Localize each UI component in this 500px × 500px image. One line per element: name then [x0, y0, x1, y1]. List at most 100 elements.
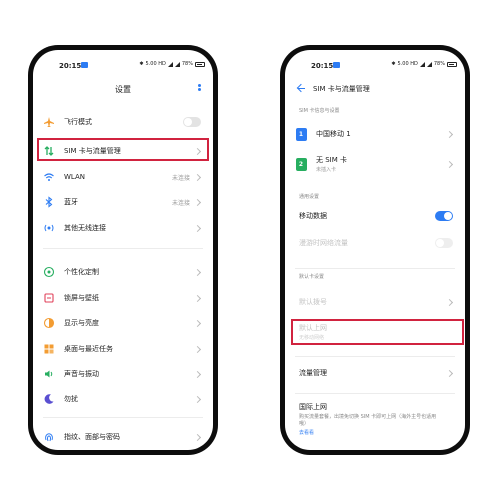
section-header-default: 默认卡设置 — [299, 274, 325, 280]
settings-item-value: 未连接 — [171, 174, 190, 182]
desktop-icon — [43, 343, 55, 355]
settings-item-label: 其他无线连接 — [64, 224, 106, 232]
sim1-icon: 1 — [295, 127, 307, 141]
settings-item-label: 桌面与最近任务 — [64, 345, 113, 353]
moon-icon — [43, 393, 55, 405]
bluetooth-icon — [43, 196, 55, 208]
right-phone: 20:15 ✱ 5.00 HD 78% SIM 卡与流量管理 SIM 卡信息与设… — [280, 45, 470, 455]
international-link[interactable]: 去看看 — [299, 429, 451, 436]
section-header-general: 通用设置 — [299, 194, 320, 200]
settings-item-airplane[interactable]: 飞行模式 — [43, 112, 203, 132]
chevron-right-icon — [193, 433, 202, 441]
airplane-icon — [43, 116, 55, 128]
status-bar: 20:15 ✱ 5.00 HD 78% — [285, 60, 465, 74]
section-divider — [43, 248, 203, 249]
traffic-management-item[interactable]: 流量管理 — [295, 363, 455, 383]
settings-item-label: 锁屏与壁纸 — [64, 294, 99, 302]
notification-icon — [333, 62, 340, 68]
sim1-label: 中国移动 1 — [316, 130, 351, 138]
international-item[interactable]: 国际上网 购买流量套餐，出境免切换 SIM 卡即可上网（海外主号也适用哦） 去看… — [299, 402, 451, 436]
mobile-data-item[interactable]: 移动数据 — [295, 206, 455, 226]
more-menu-icon[interactable] — [198, 84, 201, 91]
section-divider — [295, 356, 455, 357]
signal-icon-2 — [174, 61, 180, 67]
settings-item-other-wireless[interactable]: 其他无线连接 — [43, 218, 203, 238]
sim2-item[interactable]: 2 无 SIM 卡 未插入卡 — [295, 151, 455, 177]
status-time: 20:15 — [59, 62, 82, 70]
settings-item-label: 蓝牙 — [64, 198, 78, 206]
page-title: 设置 — [115, 85, 131, 94]
chevron-right-icon — [193, 294, 202, 302]
chevron-right-icon — [193, 370, 202, 378]
signal-icon-2 — [426, 61, 432, 67]
chevron-right-icon — [193, 268, 202, 276]
settings-item-label: WLAN — [64, 173, 86, 181]
settings-item-display[interactable]: 显示与亮度 — [43, 313, 203, 333]
section-divider — [295, 268, 455, 269]
default-call-label: 默认拨号 — [299, 298, 327, 306]
settings-item-lockscreen[interactable]: 锁屏与壁纸 — [43, 288, 203, 308]
chevron-right-icon — [445, 298, 454, 306]
settings-item-value: 未连接 — [171, 199, 190, 207]
bluetooth-status-icon: ✱ — [391, 61, 396, 67]
default-call-item: 默认拨号 — [295, 292, 455, 312]
chevron-right-icon — [445, 130, 454, 138]
status-indicators: ✱ 5.00 HD 78% — [139, 61, 205, 67]
settings-item-label: 飞行模式 — [64, 118, 92, 126]
sim1-item[interactable]: 1 中国移动 1 — [295, 121, 455, 147]
settings-item-dnd[interactable]: 勿扰 — [43, 389, 203, 409]
personalize-icon — [43, 266, 55, 278]
network-indicator: 5.00 HD — [397, 61, 418, 67]
settings-item-wlan[interactable]: WLAN 未连接 — [43, 167, 203, 187]
signal-icon — [167, 61, 173, 67]
chevron-right-icon — [445, 160, 454, 168]
roaming-item: 漫游时网络流量 — [295, 233, 455, 253]
settings-item-desktop[interactable]: 桌面与最近任务 — [43, 339, 203, 359]
mobile-data-label: 移动数据 — [299, 212, 327, 220]
lockscreen-icon — [43, 292, 55, 304]
settings-item-label: 声音与振动 — [64, 370, 99, 378]
battery-percent: 78% — [433, 61, 445, 67]
page-title: SIM 卡与流量管理 — [313, 85, 370, 93]
settings-item-fingerprint[interactable]: 指纹、面部与密码 — [43, 427, 203, 447]
settings-item-label: 勿扰 — [64, 395, 78, 403]
settings-item-bluetooth[interactable]: 蓝牙 未连接 — [43, 192, 203, 212]
signal-icon — [419, 61, 425, 67]
settings-item-personalize[interactable]: 个性化定制 — [43, 262, 203, 282]
back-arrow-icon[interactable] — [297, 84, 305, 92]
sim2-label-group: 无 SIM 卡 未插入卡 — [316, 155, 447, 173]
chevron-right-icon — [445, 369, 454, 377]
roaming-label: 漫游时网络流量 — [299, 239, 348, 247]
battery-icon — [447, 61, 457, 67]
traffic-management-label: 流量管理 — [299, 369, 327, 377]
sim2-label: 无 SIM 卡 — [316, 156, 347, 164]
sim-management-screen: 20:15 ✱ 5.00 HD 78% SIM 卡与流量管理 SIM 卡信息与设… — [285, 50, 465, 450]
fingerprint-icon — [43, 431, 55, 443]
international-desc: 购买流量套餐，出境免切换 SIM 卡即可上网（海外主号也适用哦） — [299, 414, 437, 427]
chevron-right-icon — [193, 224, 202, 232]
section-header-sim: SIM 卡信息与设置 — [299, 108, 340, 114]
battery-icon — [195, 61, 205, 67]
status-indicators: ✱ 5.00 HD 78% — [391, 61, 457, 67]
left-phone: 20:15 ✱ 5.00 HD 78% 设置 飞行模式 SIM 卡与流量管理 W… — [28, 45, 218, 455]
international-label: 国际上网 — [299, 403, 327, 411]
status-bar: 20:15 ✱ 5.00 HD 78% — [33, 60, 213, 74]
sim2-badge: 2 — [295, 157, 307, 171]
chevron-right-icon — [193, 345, 202, 353]
airplane-toggle[interactable] — [183, 117, 201, 127]
chevron-right-icon — [193, 198, 202, 206]
highlight-box — [291, 319, 464, 345]
mobile-data-toggle[interactable] — [435, 211, 453, 221]
chevron-right-icon — [193, 173, 202, 181]
notification-icon — [81, 62, 88, 68]
settings-screen: 20:15 ✱ 5.00 HD 78% 设置 飞行模式 SIM 卡与流量管理 W… — [33, 50, 213, 450]
battery-percent: 78% — [181, 61, 193, 67]
wireless-icon — [43, 222, 55, 234]
chevron-right-icon — [193, 319, 202, 327]
sim1-badge: 1 — [295, 127, 307, 141]
settings-item-label: 个性化定制 — [64, 268, 99, 276]
sound-icon — [43, 368, 55, 380]
highlight-box — [37, 138, 209, 161]
settings-item-label: 显示与亮度 — [64, 319, 99, 327]
settings-item-sound[interactable]: 声音与振动 — [43, 364, 203, 384]
